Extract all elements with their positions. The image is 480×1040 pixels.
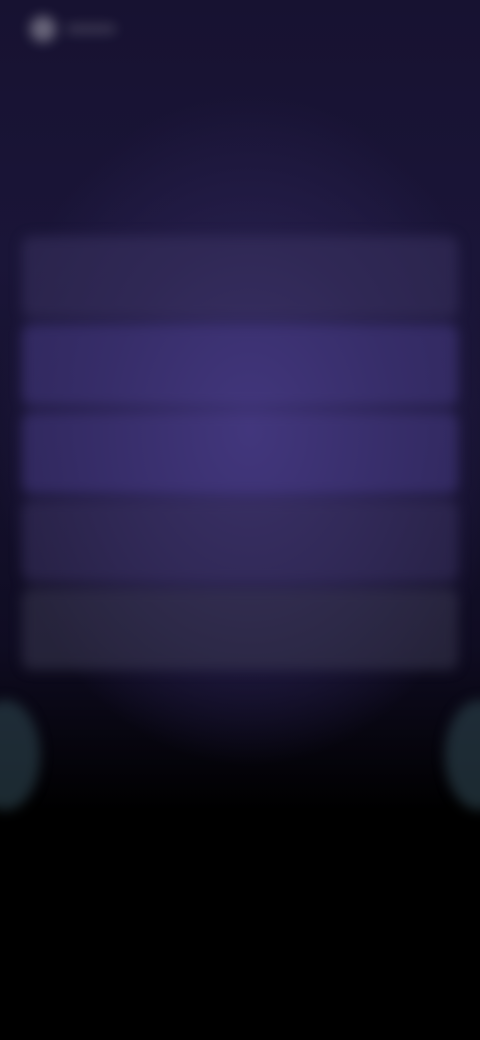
blurred-content-layer <box>0 0 480 1040</box>
screen <box>0 0 480 1040</box>
options-list <box>22 236 458 676</box>
top-bar <box>30 14 150 44</box>
right-edge-glow <box>445 700 480 810</box>
option-item-4[interactable] <box>22 500 458 582</box>
option-item-5[interactable] <box>22 588 458 670</box>
option-item-3[interactable] <box>22 412 458 494</box>
option-item-2[interactable] <box>22 324 458 406</box>
back-arrow-icon[interactable] <box>30 16 56 42</box>
left-edge-glow <box>0 700 40 810</box>
option-item-1[interactable] <box>22 236 458 318</box>
progress-indicator <box>66 25 116 33</box>
